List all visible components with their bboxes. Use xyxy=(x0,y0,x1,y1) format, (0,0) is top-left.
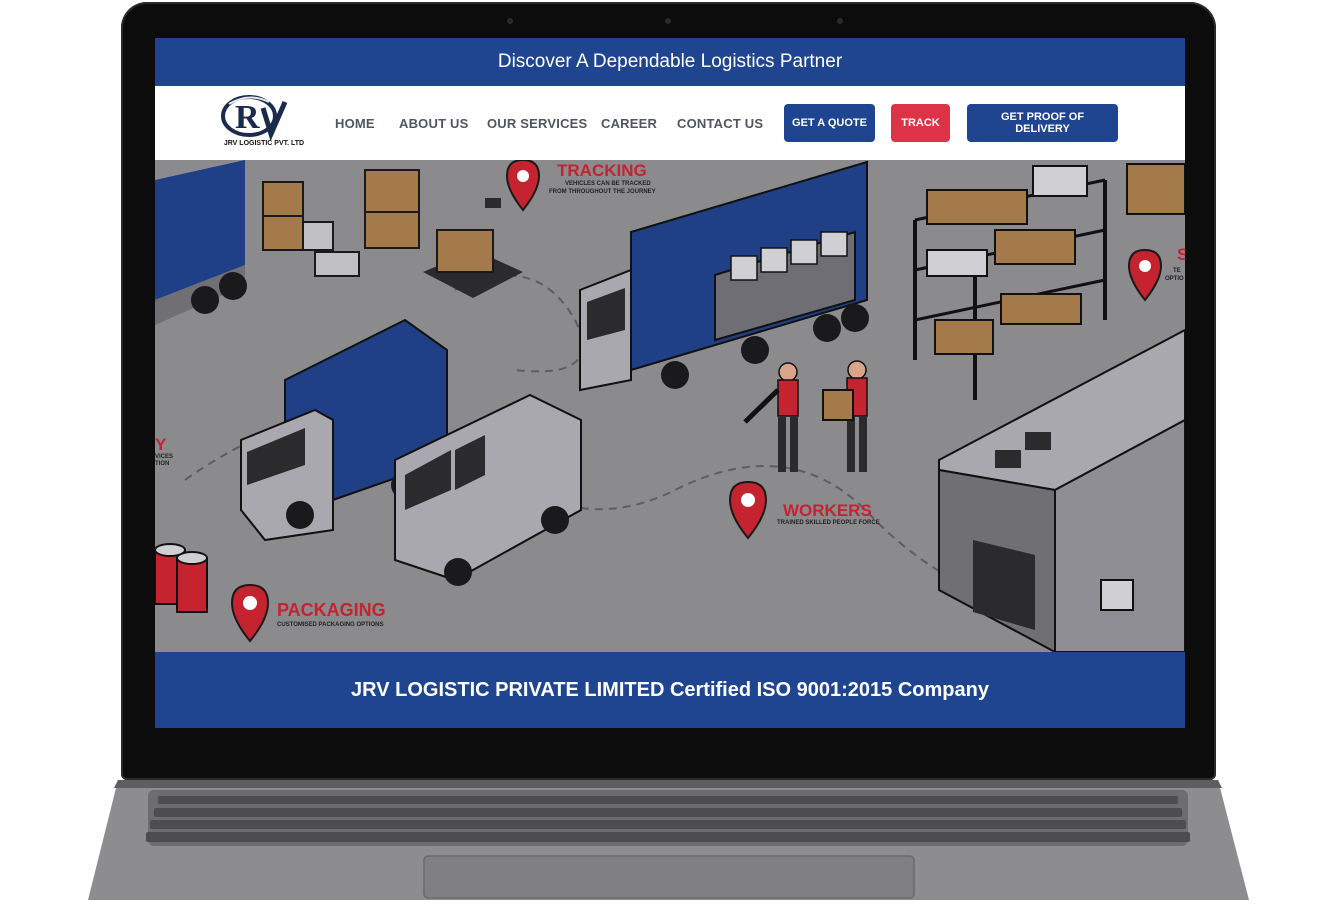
left-fragment-sub1: VICES xyxy=(155,454,173,460)
workers-label: WORKERS xyxy=(783,501,872,520)
hero-illustration: TRACKING VEHICLES CAN BE TRACKED FROM TH… xyxy=(155,160,1185,652)
tracking-label: TRACKING xyxy=(557,161,647,180)
logo-caption: JRV LOGISTIC PVT. LTD xyxy=(223,140,305,147)
certification-band: JRV LOGISTIC PRIVATE LIMITED Certified I… xyxy=(155,652,1185,728)
site-header: R JRV LOGISTIC PVT. LTD HOME ABOUT US OU… xyxy=(155,86,1185,160)
company-logo[interactable]: R JRV LOGISTIC PVT. LTD xyxy=(219,94,309,152)
nav-home[interactable]: HOME xyxy=(335,116,375,131)
nav-our-services[interactable]: OUR SERVICES xyxy=(487,116,587,131)
right-fragment-label: S xyxy=(1177,245,1185,264)
right-fragment-sub1: TE xyxy=(1173,268,1181,274)
nav-contact-us[interactable]: CONTACT US xyxy=(677,116,763,131)
laptop-keyboard-base xyxy=(88,780,1249,900)
tracking-sublabel-1: VEHICLES CAN BE TRACKED xyxy=(565,181,651,187)
browser-viewport: Discover A Dependable Logistics Partner … xyxy=(155,38,1185,728)
nav-about-us[interactable]: ABOUT US xyxy=(399,116,469,131)
top-banner-text: Discover A Dependable Logistics Partner xyxy=(497,51,843,72)
jrv-logo-icon: R xyxy=(221,95,288,142)
nav-career[interactable]: CAREER xyxy=(601,116,657,131)
workers-sublabel: TRAINED SKILLED PEOPLE FORCE xyxy=(777,520,880,526)
webcam xyxy=(665,18,671,24)
certification-text: JRV LOGISTIC PRIVATE LIMITED Certified I… xyxy=(351,678,989,701)
proof-of-delivery-button[interactable]: GET PROOF OF DELIVERY xyxy=(967,104,1118,142)
sensor-dot xyxy=(507,18,513,24)
track-button[interactable]: TRACK xyxy=(891,104,950,142)
tracking-sublabel-2: FROM THROUGHOUT THE JOURNEY xyxy=(549,189,656,195)
right-fragment-sub2: OPTIO xyxy=(1165,276,1184,282)
packaging-label: PACKAGING xyxy=(277,600,386,620)
sensor-dot xyxy=(837,18,843,24)
logistics-scene-illustration: TRACKING VEHICLES CAN BE TRACKED FROM TH… xyxy=(155,160,1185,652)
top-banner: Discover A Dependable Logistics Partner xyxy=(155,38,1185,86)
barrels-illustration xyxy=(155,543,208,613)
get-a-quote-button[interactable]: GET A QUOTE xyxy=(784,104,875,142)
left-fragment-sub2: TION xyxy=(155,461,169,467)
packaging-sublabel: CUSTOMISED PACKAGING OPTIONS xyxy=(277,622,383,628)
svg-text:R: R xyxy=(235,99,260,136)
left-fragment-label: Y xyxy=(155,435,167,454)
